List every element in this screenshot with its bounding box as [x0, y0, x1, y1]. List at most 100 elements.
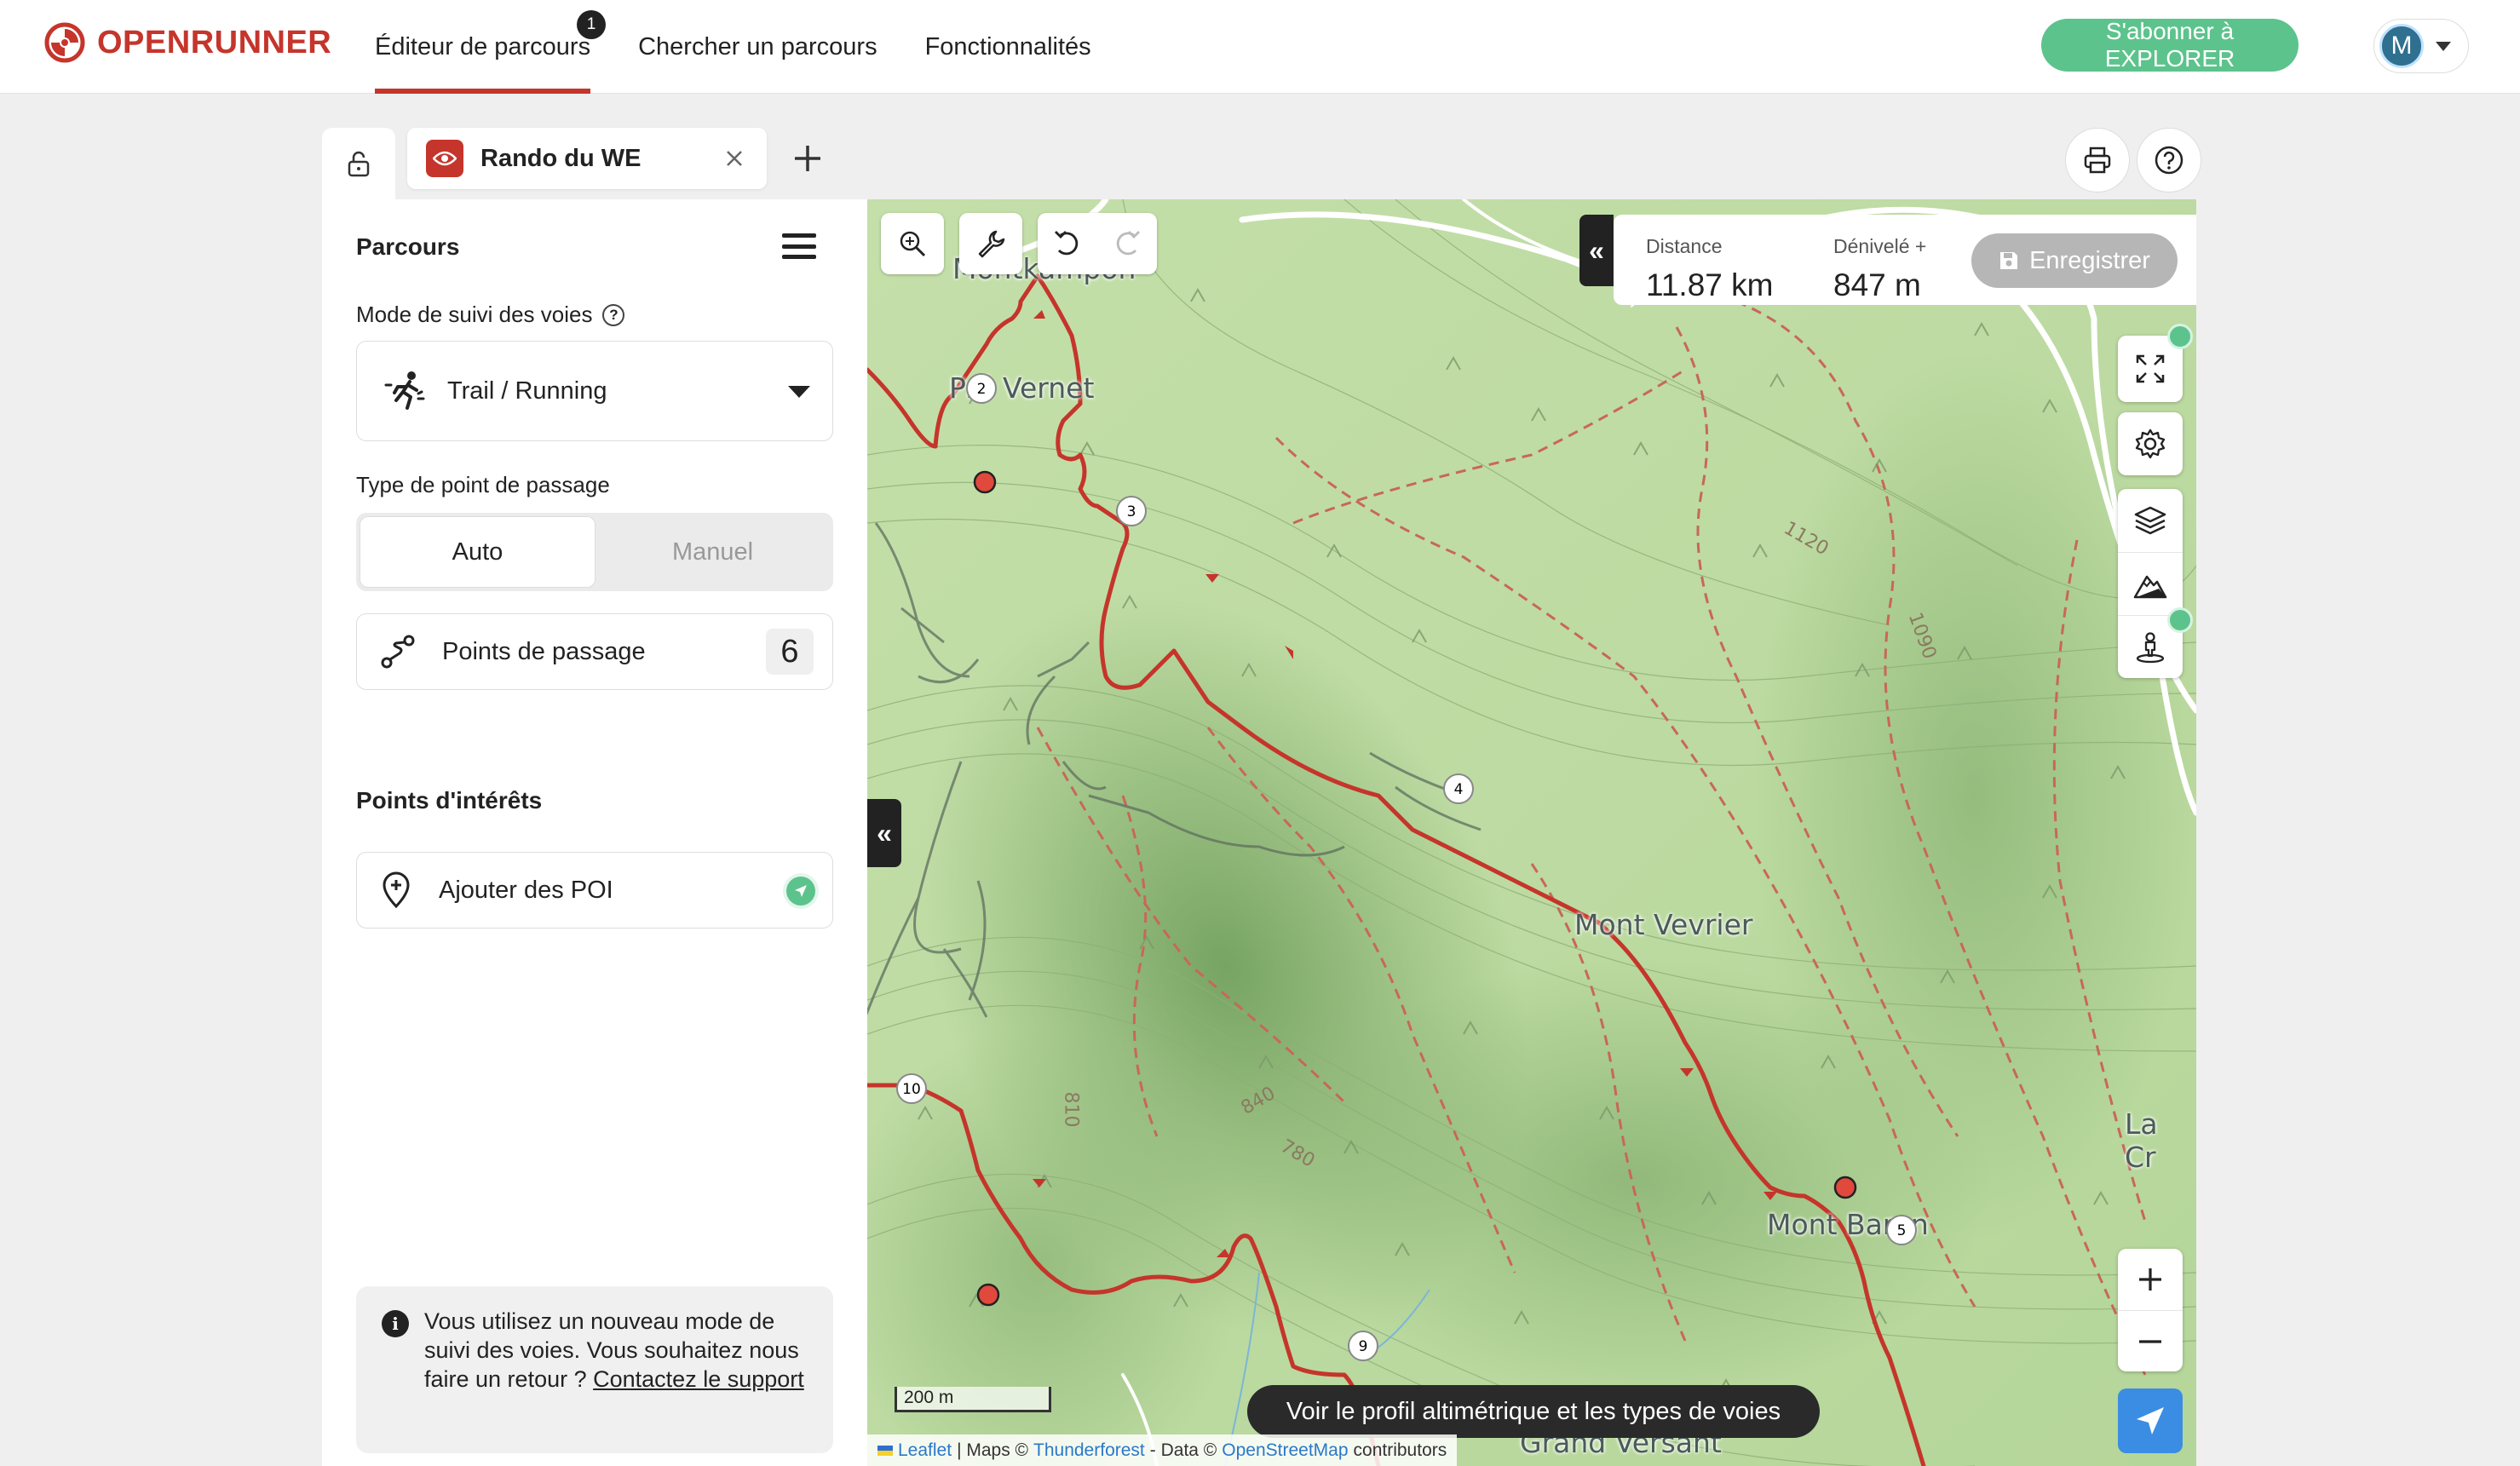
subscribe-button[interactable]: S'abonner à EXPLORER	[2041, 18, 2298, 72]
save-icon	[2000, 252, 2018, 269]
lock-tab[interactable]	[322, 128, 395, 199]
zoom-control	[2118, 1249, 2183, 1371]
tracking-mode-label: Mode de suivi des voies	[356, 302, 593, 327]
tracking-mode-select[interactable]: Trail / Running	[356, 341, 833, 441]
place-label: Mont Vevrier	[1574, 908, 1753, 941]
streetview-button[interactable]	[2118, 607, 2193, 678]
waypoint-type-auto[interactable]: Auto	[360, 516, 595, 588]
waypoints-row[interactable]: Points de passage 6	[356, 613, 833, 690]
fullscreen-icon	[2136, 354, 2165, 383]
brand-logo[interactable]: OPENRUNNER	[44, 22, 331, 63]
distance-value: 11.87 km	[1646, 267, 1774, 302]
route-stats: Distance 11.87 km Dénivelé + 847 m Enreg…	[1614, 215, 2196, 305]
flag-icon	[877, 1445, 893, 1456]
attribution-text: contributors	[1353, 1440, 1447, 1460]
plus-icon	[795, 146, 820, 171]
thunderforest-link[interactable]: Thunderforest	[1033, 1440, 1145, 1461]
nav-route-editor[interactable]: Éditeur de parcours 1	[375, 0, 607, 94]
terrain-button[interactable]	[2118, 552, 2183, 615]
help-icon[interactable]: ?	[602, 303, 625, 326]
contact-support-link[interactable]: Contactez le support	[593, 1366, 804, 1392]
add-poi-button[interactable]: Ajouter des POI	[356, 852, 833, 928]
fullscreen-button[interactable]	[2118, 324, 2193, 402]
avatar: M	[2379, 24, 2424, 68]
place-label: La Cr	[2125, 1107, 2158, 1174]
zoom-in-button[interactable]	[2118, 1249, 2183, 1310]
save-button[interactable]: Enregistrer	[1971, 233, 2178, 288]
gear-icon	[2135, 428, 2166, 459]
waypoint-type-toggle: Auto Manuel	[356, 513, 833, 591]
zoom-out-button[interactable]	[2118, 1310, 2183, 1371]
nav-features-label: Fonctionnalités	[924, 32, 1091, 60]
elevation-label: Dénivelé +	[1833, 235, 1927, 257]
save-label: Enregistrer	[2029, 246, 2150, 274]
add-poi-label: Ajouter des POI	[439, 876, 613, 904]
brand-name: OPENRUNNER	[97, 24, 332, 60]
chevrons-left-icon: «	[877, 817, 892, 848]
logo-icon	[44, 22, 85, 63]
redo-icon[interactable]	[1112, 228, 1142, 259]
openstreetmap-link[interactable]: OpenStreetMap	[1222, 1440, 1348, 1461]
info-icon: i	[382, 1310, 409, 1337]
waypoint-type-manual[interactable]: Manuel	[595, 516, 830, 588]
zoom-to-route-button[interactable]	[881, 213, 944, 274]
undo-icon[interactable]	[1052, 228, 1083, 259]
poi-section-title: Points d'intérêts	[356, 787, 543, 813]
settings-button[interactable]	[2118, 412, 2183, 475]
help-icon	[2155, 146, 2183, 175]
map-attribution: Leaflet | Maps © Thunderforest - Data © …	[867, 1434, 1458, 1466]
wrench-icon	[978, 230, 1005, 258]
map-scale: 200 m	[895, 1387, 1051, 1412]
new-feature-dot	[2167, 324, 2193, 349]
history-controls	[1038, 213, 1157, 274]
streetview-icon	[2136, 631, 2165, 663]
place-label: Pré Vernet	[949, 371, 1095, 405]
nav-search-route[interactable]: Chercher un parcours	[638, 0, 877, 94]
locate-me-button[interactable]	[2118, 1388, 2183, 1453]
running-icon	[384, 371, 425, 410]
pin-icon	[383, 871, 410, 909]
menu-icon[interactable]	[782, 233, 816, 259]
chevron-down-icon	[788, 386, 810, 398]
close-icon[interactable]	[722, 147, 746, 170]
mountain-icon	[2133, 575, 2167, 598]
chevron-down-icon	[2436, 41, 2451, 51]
zoom-search-icon	[900, 231, 926, 257]
zoom-in-icon	[2139, 1268, 2161, 1291]
add-tab-button[interactable]	[785, 136, 830, 181]
print-button[interactable]	[2065, 128, 2130, 193]
attribution-text: | Maps ©	[957, 1440, 1029, 1460]
feedback-info-box: i Vous utilisez un nouveau mode de suivi…	[356, 1286, 833, 1453]
collapse-panel-button[interactable]: «	[867, 799, 901, 867]
lock-icon	[348, 151, 370, 177]
locate-icon	[2137, 1407, 2164, 1434]
chevrons-left-icon: «	[1589, 234, 1604, 266]
map-view[interactable]: Pré Vernet Mont Vevrier Mont Baron Grand…	[867, 199, 2196, 1466]
help-button[interactable]	[2137, 128, 2201, 193]
route-tab-label: Rando du WE	[480, 144, 642, 172]
nav-route-editor-label: Éditeur de parcours	[375, 32, 591, 60]
user-menu[interactable]: M	[2373, 19, 2469, 73]
distance-label: Distance	[1646, 235, 1723, 257]
collapse-stats-button[interactable]: «	[1579, 215, 1614, 286]
print-icon	[2084, 147, 2111, 174]
zoom-out-icon	[2139, 1339, 2161, 1343]
settings-control	[2118, 412, 2183, 475]
elevation-profile-button[interactable]: Voir le profil altimétrique et les types…	[1247, 1385, 1820, 1438]
place-label: Mont Baron	[1767, 1208, 1929, 1241]
fullscreen-control	[2118, 324, 2193, 402]
route-tab[interactable]: Rando du WE	[407, 128, 767, 189]
tools-button[interactable]	[959, 213, 1022, 274]
attribution-text: - Data ©	[1149, 1440, 1217, 1460]
leaflet-link[interactable]: Leaflet	[898, 1440, 952, 1461]
layers-button[interactable]	[2118, 489, 2183, 552]
notification-badge: 1	[577, 10, 607, 39]
waypoints-count: 6	[766, 629, 814, 675]
nav-search-route-label: Chercher un parcours	[638, 32, 877, 60]
send-icon	[786, 877, 815, 905]
eye-icon	[426, 140, 463, 177]
nav-features[interactable]: Fonctionnalités	[925, 0, 1091, 94]
elevation-value: 847 m	[1833, 267, 1921, 302]
main-nav: Éditeur de parcours 1 Chercher un parcou…	[375, 0, 1139, 94]
waypoints-label: Points de passage	[442, 637, 646, 665]
